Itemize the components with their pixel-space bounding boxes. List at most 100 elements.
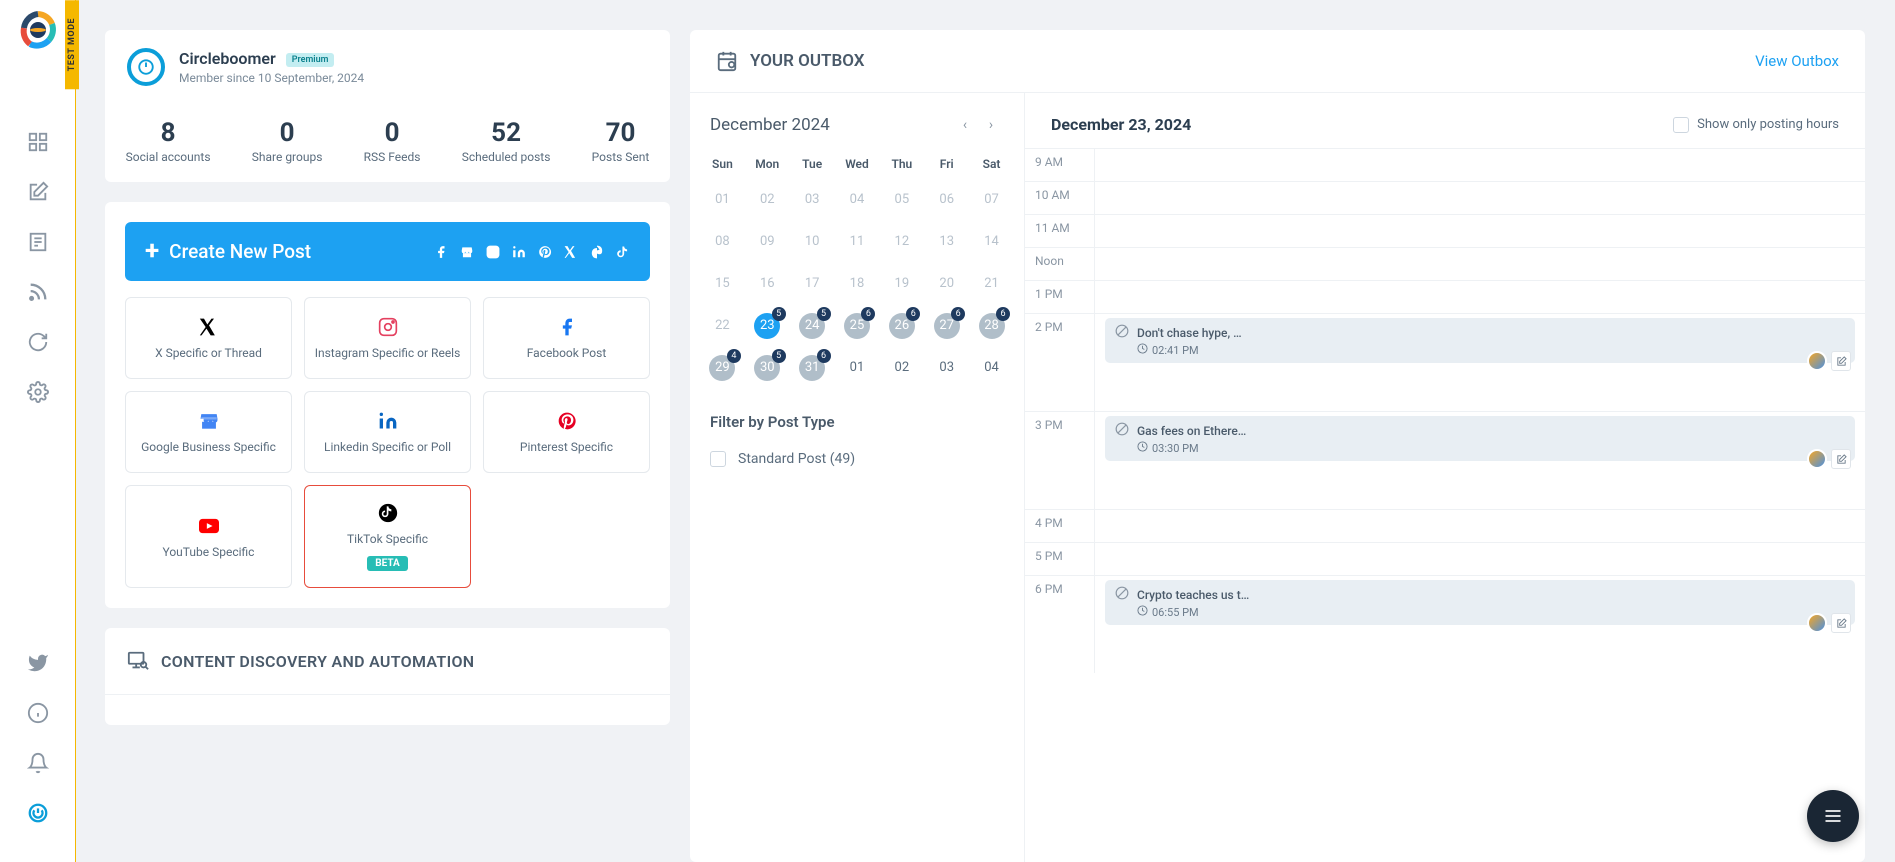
calendar-day[interactable]: 02 xyxy=(745,179,790,221)
calendar-day[interactable]: 04 xyxy=(835,179,880,221)
month-next-button[interactable]: › xyxy=(978,117,1004,133)
day-count-badge: 6 xyxy=(817,349,831,363)
nav-compose-icon[interactable] xyxy=(27,181,49,203)
scheduled-post-card[interactable]: Crypto teaches us t…06:55 PM xyxy=(1105,580,1855,625)
calendar-day[interactable]: 08 xyxy=(700,221,745,263)
nav-bell-icon[interactable] xyxy=(27,752,49,774)
content-discovery-title: CONTENT DISCOVERY AND AUTOMATION xyxy=(161,652,474,671)
calendar-day[interactable]: 256 xyxy=(835,305,880,347)
calendar-day[interactable]: 22 xyxy=(700,305,745,347)
calendar-day[interactable]: 19 xyxy=(879,263,924,305)
calendar-day[interactable]: 316 xyxy=(790,347,835,389)
scheduled-post-card[interactable]: Don't chase hype, …02:41 PM xyxy=(1105,318,1855,363)
edit-post-button[interactable] xyxy=(1831,449,1851,469)
app-logo[interactable] xyxy=(18,10,58,50)
calendar-day[interactable]: 11 xyxy=(835,221,880,263)
selected-date-title: December 23, 2024 xyxy=(1051,115,1673,134)
timeline-scroll[interactable]: 9 AM10 AM11 AMNoon1 PM2 PMDon't chase hy… xyxy=(1025,148,1865,862)
nav-info-icon[interactable] xyxy=(27,702,49,724)
pinterest-icon xyxy=(538,245,552,259)
nav-document-icon[interactable] xyxy=(27,231,49,253)
calendar-day[interactable]: 12 xyxy=(879,221,924,263)
stat-value: 8 xyxy=(126,118,211,148)
view-outbox-link[interactable]: View Outbox xyxy=(1755,52,1839,70)
calendar-day[interactable]: 10 xyxy=(790,221,835,263)
outbox-card: YOUR OUTBOX View Outbox December 2024 ‹ … xyxy=(690,30,1865,862)
time-label: 5 PM xyxy=(1025,543,1095,575)
calendar-day[interactable]: 21 xyxy=(969,263,1014,305)
nav-power-icon[interactable] xyxy=(27,802,49,824)
calendar-day[interactable]: 06 xyxy=(924,179,969,221)
calendar-day[interactable]: 266 xyxy=(879,305,924,347)
post-avatar xyxy=(1807,449,1827,469)
create-platform-icons xyxy=(434,245,630,259)
show-posting-hours-label: Show only posting hours xyxy=(1697,117,1839,132)
platform-card[interactable]: Instagram Specific or Reels xyxy=(304,297,471,379)
calendar-day[interactable]: 294 xyxy=(700,347,745,389)
scheduled-post-card[interactable]: Gas fees on Ethere…03:30 PM xyxy=(1105,416,1855,461)
platform-icon xyxy=(199,316,219,338)
platform-card[interactable]: Facebook Post xyxy=(483,297,650,379)
calendar-day[interactable]: 05 xyxy=(879,179,924,221)
calendar-day[interactable]: 14 xyxy=(969,221,1014,263)
nav-recycle-icon[interactable] xyxy=(27,331,49,353)
time-row: 10 AM xyxy=(1025,181,1865,214)
stat-value: 0 xyxy=(252,118,323,148)
platform-card[interactable]: YouTube Specific xyxy=(125,485,292,588)
calendar-day[interactable]: 245 xyxy=(790,305,835,347)
calendar-day[interactable]: 286 xyxy=(969,305,1014,347)
edit-post-button[interactable] xyxy=(1831,351,1851,371)
nav-settings-icon[interactable] xyxy=(27,381,49,403)
calendar-day[interactable]: 02 xyxy=(879,347,924,389)
nav-dashboard-icon[interactable] xyxy=(27,131,49,153)
instagram-icon xyxy=(486,245,500,259)
calendar-day[interactable]: 17 xyxy=(790,263,835,305)
platform-card[interactable]: Google Business Specific xyxy=(125,391,292,473)
platform-label: X Specific or Thread xyxy=(155,346,262,360)
calendar-day[interactable]: 20 xyxy=(924,263,969,305)
create-button-label: Create New Post xyxy=(169,240,434,263)
calendar-day[interactable]: 16 xyxy=(745,263,790,305)
platform-icon xyxy=(199,410,219,432)
month-prev-button[interactable]: ‹ xyxy=(952,117,978,133)
platform-icon xyxy=(378,502,398,524)
platform-card[interactable]: TikTok SpecificBETA xyxy=(304,485,471,588)
time-label: Noon xyxy=(1025,248,1095,280)
calendar-day[interactable]: 235 xyxy=(745,305,790,347)
platform-card[interactable]: Pinterest Specific xyxy=(483,391,650,473)
calendar-day[interactable]: 18 xyxy=(835,263,880,305)
calendar-day[interactable]: 07 xyxy=(969,179,1014,221)
day-count-badge: 4 xyxy=(727,349,741,363)
stat-label: Social accounts xyxy=(126,150,211,164)
calendar-dow: Fri xyxy=(924,157,969,171)
platform-card[interactable]: Linkedin Specific or Poll xyxy=(304,391,471,473)
threads-icon xyxy=(590,245,604,259)
create-new-post-button[interactable]: + Create New Post xyxy=(125,222,650,281)
calendar-dow: Thu xyxy=(879,157,924,171)
platform-card[interactable]: X Specific or Thread xyxy=(125,297,292,379)
edit-post-button[interactable] xyxy=(1831,613,1851,633)
calendar-day[interactable]: 09 xyxy=(745,221,790,263)
fab-menu-button[interactable] xyxy=(1807,790,1859,842)
tiktok-icon xyxy=(616,245,630,259)
calendar-day[interactable]: 305 xyxy=(745,347,790,389)
stat-value: 0 xyxy=(364,118,421,148)
time-row: 6 PMCrypto teaches us t…06:55 PM xyxy=(1025,575,1865,673)
platform-label: Pinterest Specific xyxy=(520,440,613,454)
show-posting-hours-checkbox[interactable] xyxy=(1673,117,1689,133)
nav-rss-icon[interactable] xyxy=(27,281,49,303)
calendar-day[interactable]: 04 xyxy=(969,347,1014,389)
calendar-day[interactable]: 01 xyxy=(700,179,745,221)
calendar-day[interactable]: 03 xyxy=(924,347,969,389)
calendar-day[interactable]: 03 xyxy=(790,179,835,221)
calendar-day[interactable]: 01 xyxy=(835,347,880,389)
filter-title: Filter by Post Type xyxy=(710,413,1004,431)
post-time: 02:41 PM xyxy=(1152,344,1199,357)
search-monitor-icon xyxy=(127,650,149,672)
calendar-day[interactable]: 276 xyxy=(924,305,969,347)
calendar-dow: Tue xyxy=(790,157,835,171)
filter-checkbox[interactable] xyxy=(710,451,726,467)
calendar-day[interactable]: 15 xyxy=(700,263,745,305)
calendar-day[interactable]: 13 xyxy=(924,221,969,263)
nav-twitter-icon[interactable] xyxy=(27,652,49,674)
